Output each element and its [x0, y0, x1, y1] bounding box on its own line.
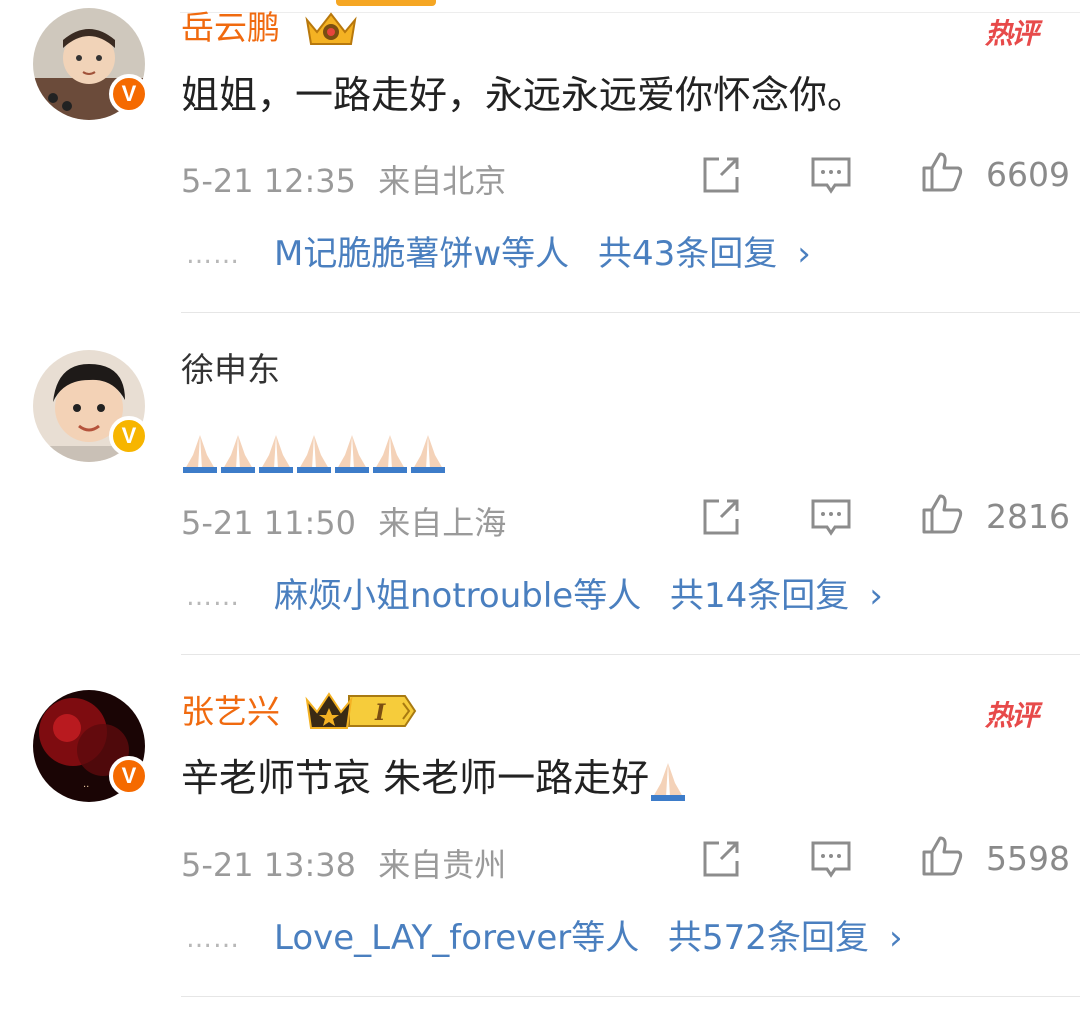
reply-link[interactable]: 麻烦小姐notrouble等人 共14条回复 › — [274, 568, 883, 617]
comment-icon[interactable] — [809, 837, 853, 881]
chevron-right-icon: › — [869, 576, 883, 616]
comment-text: 辛老师节哀 朱老师一路走好 — [181, 754, 687, 803]
hot-comment-label: 热评 — [985, 699, 1039, 732]
praying-hands-emoji — [181, 428, 447, 473]
comment-icon[interactable] — [809, 153, 853, 197]
like-count: 5598 — [986, 839, 1070, 878]
like-icon[interactable] — [920, 150, 964, 194]
comment-item: V 徐申东 5-21 11:50 来自上海 2816 …… 麻烦小姐notrou… — [0, 312, 1080, 654]
vip-crown-icon: I — [305, 692, 417, 729]
chevron-right-icon: › — [888, 918, 903, 958]
reply-mid: 等人 — [573, 576, 642, 616]
comment-location: 来自上海 — [378, 504, 507, 542]
avatar[interactable]: V — [33, 8, 149, 120]
like-count: 2816 — [986, 497, 1070, 536]
verified-badge-icon: V — [109, 756, 149, 796]
username[interactable]: 张艺兴 — [181, 692, 280, 732]
comment-text — [181, 426, 447, 475]
reply-mid: 等人 — [571, 918, 640, 958]
share-icon[interactable] — [699, 837, 743, 881]
reply-dots: …… — [186, 582, 240, 612]
comment-time: 5-21 11:50 — [181, 504, 357, 542]
reply-count: 共572条回复 — [668, 918, 869, 958]
comment-divider — [181, 996, 1080, 997]
comment-time: 5-21 13:38 — [181, 846, 357, 884]
vip-crown-icon — [305, 12, 357, 45]
verified-badge-icon: V — [109, 416, 149, 456]
comment-meta: 5-21 11:50 来自上海 — [181, 498, 506, 544]
reply-link[interactable]: Love_LAY_forever等人 共572条回复 › — [274, 910, 903, 959]
comment-location: 来自贵州 — [378, 846, 507, 884]
praying-hands-emoji — [651, 762, 686, 801]
reply-dots: …… — [186, 240, 240, 270]
username[interactable]: 岳云鹏 — [181, 8, 280, 48]
reply-link[interactable]: M记脆脆薯饼w等人 共43条回复 › — [274, 226, 811, 275]
share-icon[interactable] — [699, 153, 743, 197]
comment-time: 5-21 12:35 — [181, 162, 357, 200]
comment-icon[interactable] — [809, 495, 853, 539]
reply-mid: 等人 — [501, 234, 570, 274]
comment-text-content: 辛老师节哀 朱老师一路走好 — [181, 756, 650, 800]
username[interactable]: 徐申东 — [181, 350, 280, 390]
reply-count: 共14条回复 — [670, 576, 850, 616]
like-icon[interactable] — [920, 492, 964, 536]
comment-item: ·· V 张艺兴 I 热评 辛老师节哀 朱老师一路走好 5-21 13:38 来… — [0, 654, 1080, 996]
reply-dots: …… — [186, 924, 240, 954]
like-icon[interactable] — [920, 834, 964, 878]
like-count: 6609 — [986, 155, 1070, 194]
comment-item: V 岳云鹏 热评 姐姐，一路走好，永远永远爱你怀念你。 5-21 12:35 来… — [0, 0, 1080, 312]
comment-location: 来自北京 — [378, 162, 507, 200]
comment-text: 姐姐，一路走好，永远永远爱你怀念你。 — [181, 73, 866, 117]
avatar[interactable]: ·· V — [33, 690, 149, 802]
verified-badge-icon: V — [109, 74, 149, 114]
comment-meta: 5-21 13:38 来自贵州 — [181, 840, 506, 886]
reply-users: 麻烦小姐notrouble — [274, 576, 574, 616]
chevron-right-icon: › — [797, 234, 811, 274]
hot-comment-label: 热评 — [985, 17, 1039, 50]
reply-users: M记脆脆薯饼w — [274, 234, 502, 274]
reply-count: 共43条回复 — [597, 234, 778, 274]
comment-meta: 5-21 12:35 来自北京 — [181, 156, 506, 202]
share-icon[interactable] — [699, 495, 743, 539]
svg-text:··: ·· — [83, 782, 89, 793]
avatar[interactable]: V — [33, 350, 149, 462]
reply-users: Love_LAY_forever — [274, 918, 572, 958]
vip-level-text: I — [374, 700, 386, 726]
